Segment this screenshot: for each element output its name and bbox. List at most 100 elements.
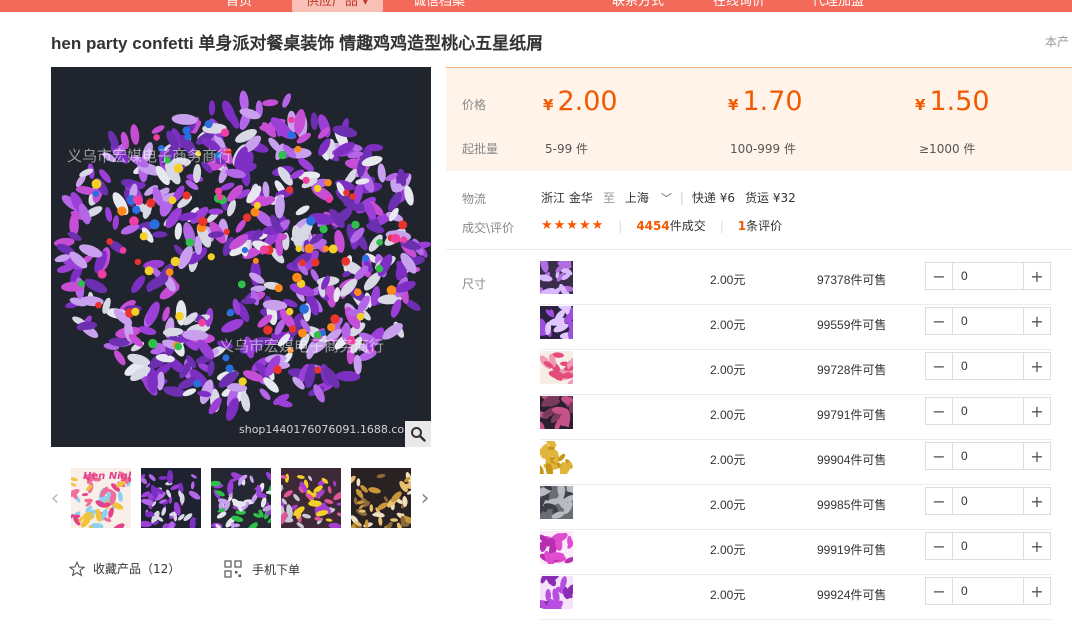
deals-count-link[interactable]: 4454件成交 <box>636 217 705 234</box>
thumbnail-4[interactable] <box>281 468 341 528</box>
quantity-input[interactable] <box>953 353 1023 379</box>
sku-row: 2.00元 99985件可售 − + <box>540 485 1052 530</box>
nav-item-agency[interactable]: 代理加盟 <box>812 0 864 12</box>
sku-price: 2.00元 <box>710 318 746 332</box>
sku-thumbnail-image <box>540 396 573 429</box>
quantity-stepper[interactable]: − + <box>925 262 1051 290</box>
quantity-stepper[interactable]: − + <box>925 577 1051 605</box>
sku-stock: 99985件可售 <box>817 498 887 512</box>
zoom-button[interactable] <box>405 421 431 447</box>
sku-thumbnail-image <box>540 306 573 339</box>
price-tier-1: ¥2.00 <box>543 86 618 117</box>
quantity-stepper[interactable]: − + <box>925 532 1051 560</box>
favorite-button[interactable]: 收藏产品（12） <box>69 560 180 577</box>
currency-symbol: ¥ <box>728 96 739 114</box>
thumbnail-3[interactable] <box>211 468 271 528</box>
plus-button[interactable]: + <box>1023 263 1050 289</box>
minus-button[interactable]: − <box>926 263 953 289</box>
sku-stock: 99559件可售 <box>817 318 887 332</box>
moq-label: 起批量 <box>462 142 499 156</box>
sku-row: 2.00元 99791件可售 − + <box>540 395 1052 440</box>
sku-thumbnail[interactable] <box>540 531 573 564</box>
moq-range-2: 100-999 件 <box>730 142 796 156</box>
plus-button[interactable]: + <box>1023 488 1050 514</box>
rating-info: ★★★★★ | 4454件成交 | 1条评价 <box>541 217 782 234</box>
plus-button[interactable]: + <box>1023 353 1050 379</box>
sku-thumbnail[interactable] <box>540 261 573 294</box>
sku-thumbnail[interactable] <box>540 576 573 609</box>
minus-button[interactable]: − <box>926 398 953 424</box>
sku-price: 2.00元 <box>710 363 746 377</box>
thumbnail-5[interactable] <box>351 468 411 528</box>
nav-item-inquiry[interactable]: 在线询价 <box>713 0 765 12</box>
nav-item-products[interactable]: 供应产品 ▾ <box>292 0 383 12</box>
sku-thumbnail[interactable] <box>540 396 573 429</box>
star-outline-icon <box>69 560 85 577</box>
minus-button[interactable]: − <box>926 488 953 514</box>
watermark: 义乌市宏媒电子商务商行 <box>219 337 385 355</box>
minus-button[interactable]: − <box>926 443 953 469</box>
quantity-input[interactable] <box>953 443 1023 469</box>
sku-thumbnail-image <box>540 486 573 519</box>
sku-thumbnail[interactable] <box>540 306 573 339</box>
nav-item-home[interactable]: 首页 <box>226 0 252 12</box>
express-fee: 快递 ¥6 <box>691 191 735 205</box>
sku-stock: 97378件可售 <box>817 273 887 287</box>
mobile-order-label: 手机下单 <box>252 562 301 577</box>
quantity-stepper[interactable]: − + <box>925 352 1051 380</box>
minus-button[interactable]: − <box>926 578 953 604</box>
logistics-info: 浙江 金华 至 上海 ﹀ | 快递 ¥6 货运 ¥32 <box>541 189 796 206</box>
plus-button[interactable]: + <box>1023 308 1050 334</box>
thumbnail-image <box>281 473 341 528</box>
quantity-input[interactable] <box>953 488 1023 514</box>
ship-to: 上海 <box>624 191 649 205</box>
reviews-link[interactable]: 1条评价 <box>738 217 782 234</box>
thumb-next-button[interactable]: › <box>418 484 432 512</box>
quantity-input[interactable] <box>953 308 1023 334</box>
chevron-left-icon: ‹ <box>50 485 60 511</box>
nav-item-contact[interactable]: 联系方式 <box>612 0 664 12</box>
thumbnail-1[interactable]: Hen Night <box>71 468 131 528</box>
mobile-order-button[interactable]: 手机下单 <box>224 560 300 578</box>
magnifier-icon <box>411 427 426 442</box>
nav-item-credit[interactable]: 诚信档案 <box>413 0 465 12</box>
thumbnail-2[interactable] <box>141 468 201 528</box>
minus-button[interactable]: − <box>926 353 953 379</box>
thumb-prev-button[interactable]: ‹ <box>48 484 62 512</box>
minus-button[interactable]: − <box>926 533 953 559</box>
plus-button[interactable]: + <box>1023 398 1050 424</box>
deals-suffix: 件成交 <box>669 219 706 233</box>
quantity-stepper[interactable]: − + <box>925 307 1051 335</box>
sku-thumbnail[interactable] <box>540 486 573 519</box>
quantity-input[interactable] <box>953 533 1023 559</box>
divider: | <box>719 218 724 233</box>
sku-price: 2.00元 <box>710 408 746 422</box>
watermark-url: shop1440176076091.1688.com <box>239 423 415 436</box>
main-product-image[interactable]: 义乌市宏媒电子商务商行 义乌市宏媒电子商务商行 shop144017607609… <box>51 67 431 447</box>
sku-price: 2.00元 <box>710 453 746 467</box>
plus-button[interactable]: + <box>1023 533 1050 559</box>
quantity-stepper[interactable]: − + <box>925 487 1051 515</box>
ship-to-select[interactable]: 上海 ﹀ <box>625 189 672 206</box>
section-divider <box>446 249 1072 250</box>
sku-stock: 99904件可售 <box>817 453 887 467</box>
plus-button[interactable]: + <box>1023 443 1050 469</box>
price-tier-3: ¥1.50 <box>915 86 990 117</box>
quantity-input[interactable] <box>953 578 1023 604</box>
chevron-right-icon: › <box>420 485 430 511</box>
sku-thumbnail[interactable] <box>540 351 573 384</box>
side-note: 本产 <box>1045 35 1070 49</box>
minus-button[interactable]: − <box>926 308 953 334</box>
sku-stock: 99919件可售 <box>817 543 887 557</box>
quantity-input[interactable] <box>953 263 1023 289</box>
sku-row: 2.00元 99728件可售 − + <box>540 350 1052 395</box>
quantity-stepper[interactable]: − + <box>925 397 1051 425</box>
sku-price: 2.00元 <box>710 273 746 287</box>
deals-count: 4454 <box>636 219 670 233</box>
reviews-count: 1 <box>737 219 747 233</box>
quantity-input[interactable] <box>953 398 1023 424</box>
quantity-stepper[interactable]: − + <box>925 442 1051 470</box>
sku-stock: 99791件可售 <box>817 408 887 422</box>
sku-thumbnail[interactable] <box>540 441 573 474</box>
plus-button[interactable]: + <box>1023 578 1050 604</box>
